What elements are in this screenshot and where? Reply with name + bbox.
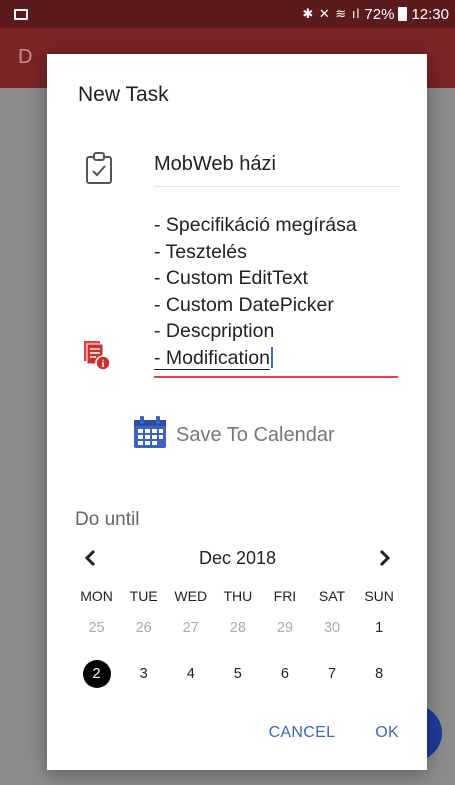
status-bar-right: ✱ ✕ ≋ ıl 72% 12:30	[302, 6, 449, 23]
day-number: 2	[82, 660, 111, 688]
dialog-title: New Task	[78, 83, 169, 106]
weekday-label: SUN	[364, 588, 394, 604]
weekday-label: FRI	[273, 588, 297, 604]
status-icons: ✱ ✕ ≋ ıl	[302, 6, 361, 21]
day-number: 5	[233, 666, 242, 682]
task-title-input[interactable]: MobWeb házi	[154, 149, 399, 187]
weekday-row: MON TUE WED THU FRI SAT SUN	[73, 580, 403, 612]
cancel-button[interactable]: CANCEL	[269, 724, 336, 742]
calendar-day[interactable]: 30	[308, 614, 355, 642]
calendar-icon	[132, 414, 168, 456]
day-number: 27	[182, 620, 199, 636]
calendar-day[interactable]: 4	[167, 660, 214, 688]
day-number: 8	[375, 666, 384, 682]
description-line-active: - Modification	[154, 345, 398, 372]
do-until-label: Do until	[75, 509, 140, 530]
weekday-label: WED	[174, 588, 208, 604]
weekday-label: TUE	[129, 588, 158, 604]
calendar-day[interactable]: 8	[356, 660, 403, 688]
task-description-input[interactable]: - Specifikáció megírása - Tesztelés - Cu…	[154, 212, 398, 378]
day-number: 25	[88, 620, 105, 636]
weekday-label: MON	[80, 588, 113, 604]
description-line: - Specifikáció megírása	[154, 214, 357, 236]
document-info-icon: i	[82, 339, 112, 376]
clipboard-check-icon	[85, 152, 113, 189]
calendar-week-row: 2 3 4 5 6 7 8	[73, 658, 403, 690]
clock: 12:30	[411, 5, 449, 23]
day-number: 26	[135, 620, 152, 636]
chevron-left-icon	[84, 549, 96, 567]
calendar-header: Dec 2018	[75, 543, 400, 573]
battery-icon	[398, 7, 408, 21]
day-number: 4	[186, 666, 195, 682]
calendar-week-row: 25 26 27 28 29 30 1	[73, 612, 403, 644]
calendar-month: Dec 2018	[198, 547, 277, 568]
calendar-day[interactable]: 5	[214, 660, 261, 688]
chevron-right-icon	[379, 549, 391, 567]
calendar-day[interactable]: 7	[308, 660, 355, 688]
weekday-label: THU	[223, 588, 253, 604]
day-number: 3	[139, 666, 148, 682]
description-line: - Custom DatePicker	[154, 293, 334, 316]
day-number: 29	[276, 620, 293, 636]
day-number: 28	[229, 620, 246, 636]
calendar-day-selected[interactable]: 2	[73, 660, 120, 688]
calendar-grid: MON TUE WED THU FRI SAT SUN 25 26 27 28 …	[73, 580, 403, 690]
battery-percent: 72%	[364, 5, 395, 23]
day-number: 6	[280, 666, 289, 682]
day-number: 30	[323, 620, 341, 636]
day-number: 7	[327, 666, 337, 682]
ok-button[interactable]: OK	[375, 724, 399, 742]
dialog-actions: CANCEL OK	[269, 724, 399, 742]
calendar-day[interactable]: 3	[120, 660, 167, 688]
svg-text:i: i	[102, 359, 105, 370]
calendar-day[interactable]: 1	[356, 614, 403, 642]
save-to-calendar-label: Save To Calendar	[176, 423, 335, 446]
calendar-day[interactable]: 27	[167, 614, 214, 642]
previous-month-button[interactable]	[75, 543, 105, 573]
new-task-dialog: New Task MobWeb házi - Specifikáció megí…	[47, 54, 427, 770]
description-line: - Descpription	[154, 320, 275, 342]
calendar-day[interactable]: 28	[214, 614, 261, 642]
app-bar-title: D	[18, 46, 33, 68]
image-notification-icon	[14, 8, 28, 20]
calendar-day[interactable]: 29	[261, 614, 308, 642]
description-line: - Tesztelés	[154, 240, 247, 263]
save-to-calendar-button[interactable]: Save To Calendar	[132, 414, 335, 456]
status-bar: ✱ ✕ ≋ ıl 72% 12:30	[0, 0, 455, 28]
description-line-text: - Modification	[154, 346, 270, 370]
weekday-label: SAT	[318, 588, 346, 604]
calendar-day[interactable]: 26	[120, 614, 167, 642]
next-month-button[interactable]	[370, 543, 400, 573]
text-cursor	[270, 346, 273, 368]
day-number: 1	[375, 620, 384, 636]
calendar-day[interactable]: 6	[261, 660, 308, 688]
description-line: - Custom EditText	[154, 267, 308, 289]
calendar-day[interactable]: 25	[73, 614, 120, 642]
